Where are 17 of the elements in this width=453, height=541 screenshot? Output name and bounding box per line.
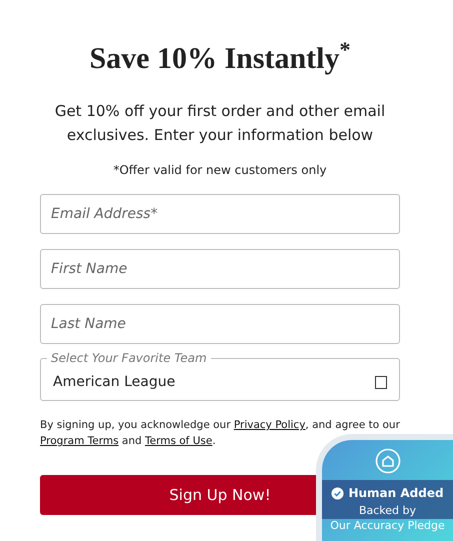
legal-link[interactable]: Terms of Use xyxy=(145,435,212,447)
input-field[interactable]: Last Name xyxy=(40,304,400,344)
badge-subtitle: Our Accuracy Pledge xyxy=(330,519,445,532)
input-field[interactable]: First Name xyxy=(40,249,400,289)
select-value: American League xyxy=(53,374,176,390)
heading: Save 10% Instantly$^{*}$ xyxy=(89,39,351,77)
check-icon xyxy=(331,486,344,500)
square-icon xyxy=(375,376,387,388)
offer-note: *Offer valid for new customers only xyxy=(113,163,327,177)
team-select[interactable]: Select Your Favorite Team American League xyxy=(40,351,400,401)
select-label: Select Your Favorite Team xyxy=(50,351,208,365)
legal-text: By signing up, you acknowledge our Privacy Policy, and agree to our Program Terms and Terms of Use. xyxy=(40,418,400,449)
house-icon xyxy=(374,448,400,474)
legal-link[interactable]: Privacy Policy xyxy=(234,419,306,431)
legal-link[interactable]: Program Terms xyxy=(40,435,119,447)
input-field[interactable]: Email Address* xyxy=(40,194,400,234)
intro-text: Get 10% off your first order and other email exclusives. Enter your information below xyxy=(54,101,386,146)
